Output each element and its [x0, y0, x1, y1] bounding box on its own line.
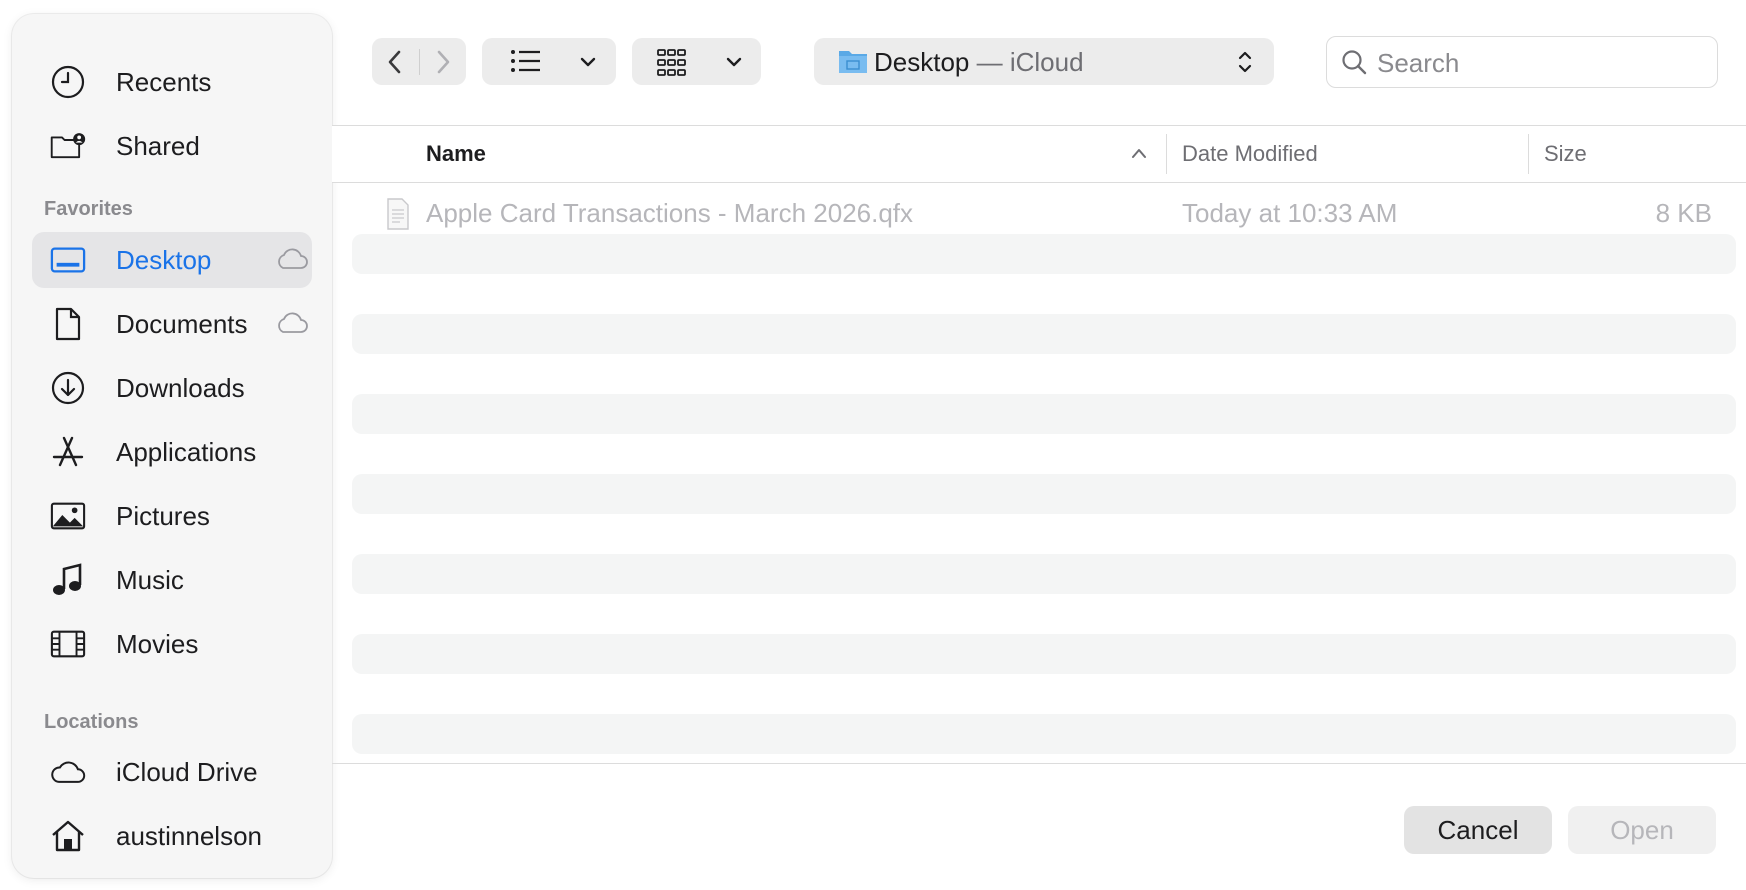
list-row-empty — [352, 714, 1736, 754]
cloud-icon — [50, 755, 86, 789]
film-icon — [50, 627, 86, 661]
sidebar-item-label: Pictures — [116, 500, 210, 531]
sidebar-item-label: Music — [116, 564, 184, 595]
file-name: Apple Card Transactions - March 2026.qfx — [426, 198, 914, 228]
sidebar-item-label: Documents — [116, 308, 248, 339]
open-button[interactable]: Open — [1568, 806, 1716, 854]
sidebar-item-label: austinnelson — [116, 820, 262, 851]
sidebar-item-label: Desktop — [116, 244, 212, 275]
clock-icon — [50, 65, 86, 99]
sidebar-item-movies[interactable]: Movies — [32, 616, 312, 672]
path-location-label: iCloud — [1009, 47, 1084, 77]
path-separator: — — [969, 47, 1010, 77]
folder-icon — [838, 47, 868, 80]
sidebar-item-label: iCloud Drive — [116, 756, 258, 787]
desktop-icon — [50, 243, 86, 277]
chevron-down-icon — [578, 52, 598, 77]
sidebar-item-label: Applications — [116, 436, 257, 467]
group-by-button[interactable] — [632, 38, 761, 85]
applications-icon — [50, 435, 86, 469]
sidebar-item-icloud-drive[interactable]: iCloud Drive — [32, 744, 312, 800]
sidebar-item-label: Downloads — [116, 372, 245, 403]
qfx-file-icon — [386, 198, 410, 235]
column-divider[interactable] — [1528, 134, 1529, 174]
chevron-right-icon — [437, 50, 450, 74]
document-icon — [50, 307, 86, 341]
music-note-icon — [50, 563, 86, 597]
table-row[interactable]: Apple Card Transactions - March 2026.qfx… — [352, 194, 1736, 236]
grid-view-icon — [657, 47, 687, 82]
column-header-row: Name Date Modified Size — [332, 126, 1746, 182]
icloud-status-icon — [274, 312, 310, 336]
search-icon — [1341, 49, 1367, 80]
list-row-empty — [352, 474, 1736, 514]
list-row-empty — [352, 314, 1736, 354]
sidebar: Recents Shared Favorites Desktop Documen… — [12, 14, 332, 878]
chevron-left-icon — [388, 50, 401, 74]
sidebar-item-pictures[interactable]: Pictures — [32, 488, 312, 544]
list-row-empty — [352, 634, 1736, 674]
location-popup[interactable]: Desktop — iCloud — [814, 38, 1274, 85]
up-down-chevron-icon — [1236, 48, 1254, 81]
list-row-empty — [352, 394, 1736, 434]
home-icon — [50, 819, 86, 853]
cancel-button[interactable]: Cancel — [1404, 806, 1552, 854]
open-file-dialog: Recents Shared Favorites Desktop Documen… — [0, 0, 1746, 890]
sidebar-item-label: Movies — [116, 628, 199, 659]
search-field[interactable] — [1326, 36, 1718, 88]
file-date-modified: Today at 10:33 AM — [1182, 198, 1398, 228]
locations-heading: Locations — [44, 711, 139, 733]
list-row-empty — [352, 234, 1736, 274]
column-header-name[interactable]: Name — [426, 141, 486, 167]
divider — [332, 182, 1746, 183]
sidebar-item-shared[interactable]: Shared — [32, 118, 312, 174]
path-folder-label: Desktop — [874, 47, 970, 77]
sidebar-item-music[interactable]: Music — [32, 552, 312, 608]
view-mode-button[interactable] — [482, 38, 616, 85]
sidebar-item-home[interactable]: austinnelson — [32, 808, 312, 864]
sidebar-item-applications[interactable]: Applications — [32, 424, 312, 480]
back-button[interactable] — [384, 47, 406, 82]
sidebar-item-desktop[interactable]: Desktop — [32, 232, 312, 288]
search-input[interactable] — [1375, 45, 1709, 81]
icloud-status-icon — [274, 248, 310, 272]
file-size: 8 KB — [1655, 198, 1712, 228]
list-view-icon — [510, 48, 542, 79]
sidebar-item-label: Shared — [116, 130, 200, 161]
download-icon — [50, 371, 86, 405]
photo-icon — [50, 499, 86, 533]
sidebar-item-downloads[interactable]: Downloads — [32, 360, 312, 416]
divider — [419, 49, 420, 75]
sidebar-item-label: Recents — [116, 66, 212, 97]
sidebar-item-recents[interactable]: Recents — [32, 54, 312, 110]
column-divider[interactable] — [1166, 134, 1167, 174]
column-header-date-modified[interactable]: Date Modified — [1182, 141, 1318, 167]
divider — [332, 763, 1746, 764]
navigation-group — [372, 38, 466, 85]
list-row-empty — [352, 554, 1736, 594]
shared-folder-icon — [50, 129, 86, 163]
sort-ascending-icon — [1130, 145, 1148, 166]
sidebar-item-documents[interactable]: Documents — [32, 296, 312, 352]
chevron-down-icon — [724, 52, 744, 77]
forward-button[interactable] — [432, 47, 454, 82]
favorites-heading: Favorites — [44, 198, 133, 220]
column-header-size[interactable]: Size — [1544, 141, 1587, 167]
